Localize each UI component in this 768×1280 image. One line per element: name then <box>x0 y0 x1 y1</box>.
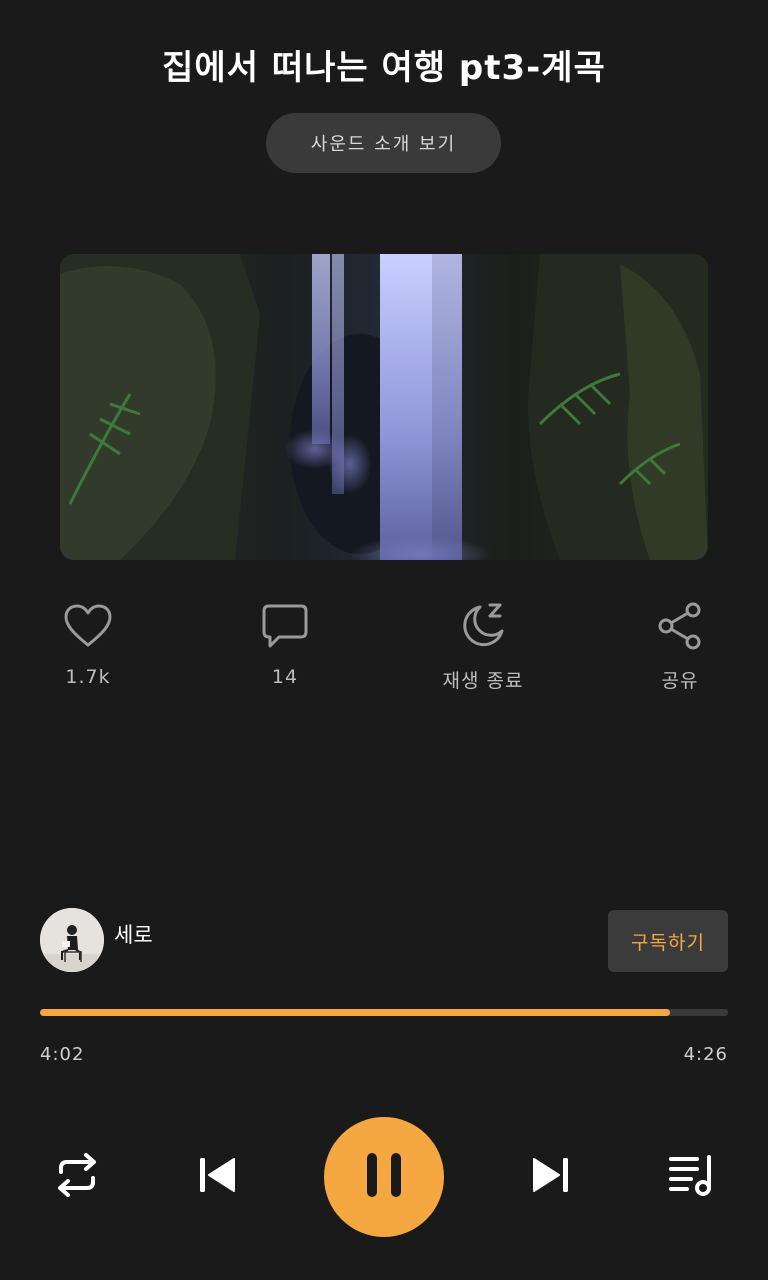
pause-icon <box>364 1151 404 1203</box>
subscribe-button[interactable]: 구독하기 <box>608 910 728 972</box>
playlist-icon <box>667 1153 715 1201</box>
artist-name[interactable]: 세로 <box>114 919 153 949</box>
share-button[interactable]: 공유 <box>610 600 750 693</box>
artist-info[interactable]: 세로 <box>40 908 153 972</box>
playlist-button[interactable] <box>664 1150 718 1204</box>
skip-previous-icon <box>197 1155 237 1199</box>
current-time: 4:02 <box>40 1044 85 1065</box>
comment-button[interactable]: 14 <box>215 600 355 688</box>
like-count: 1.7k <box>65 666 111 688</box>
cover-image <box>60 254 708 560</box>
heart-icon <box>62 600 114 652</box>
speech-bubble-icon <box>259 600 311 652</box>
comment-count: 14 <box>271 666 299 688</box>
moon-z-icon <box>457 600 509 652</box>
next-button[interactable] <box>524 1150 578 1204</box>
sleep-timer-button[interactable]: 재생 종료 <box>413 600 553 693</box>
repeat-button[interactable] <box>50 1150 104 1204</box>
progress-fill <box>40 1009 670 1016</box>
total-time: 4:26 <box>683 1044 728 1065</box>
share-icon <box>654 600 706 652</box>
sound-intro-button[interactable]: 사운드 소개 보기 <box>266 113 501 173</box>
sleep-timer-label: 재생 종료 <box>442 670 524 692</box>
avatar[interactable] <box>40 908 104 972</box>
share-label: 공유 <box>661 670 699 692</box>
pause-button[interactable] <box>324 1117 444 1237</box>
like-button[interactable]: 1.7k <box>18 600 158 688</box>
skip-next-icon <box>531 1155 571 1199</box>
previous-button[interactable] <box>190 1150 244 1204</box>
action-bar: 1.7k 14 재생 종료 공유 <box>0 600 768 700</box>
repeat-icon <box>53 1152 101 1202</box>
track-title: 집에서 떠나는 여행 pt3-계곡 <box>162 48 606 88</box>
progress-bar[interactable] <box>40 1009 728 1016</box>
